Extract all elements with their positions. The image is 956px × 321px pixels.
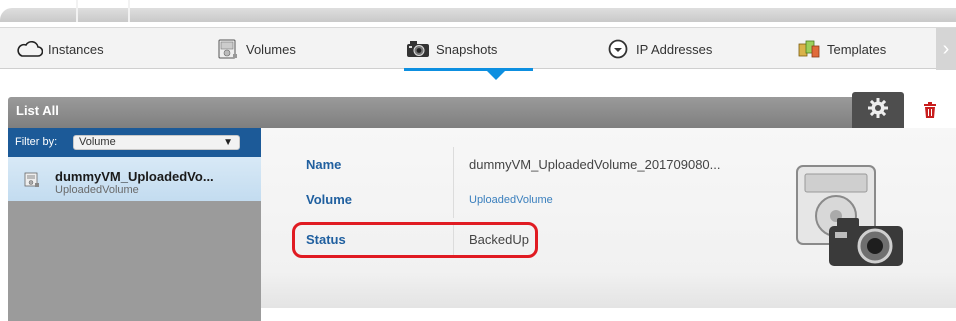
ip-address-icon: [604, 38, 632, 60]
cloud-icon: [16, 38, 44, 60]
filter-label: Filter by:: [15, 136, 58, 148]
row-separator: [453, 147, 454, 183]
list-item-name: dummyVM_UploadedVo...: [55, 169, 214, 184]
disk-volume-icon: [214, 38, 242, 60]
disk-volume-icon: [24, 172, 40, 193]
resource-tabs: Instances Volumes Snapshots IP Addresses…: [0, 27, 956, 80]
snapshot-details: Name dummyVM_UploadedVolume_201709080...…: [261, 128, 956, 321]
detail-row-status: Status BackedUp: [261, 222, 721, 258]
row-separator: [453, 182, 454, 218]
detail-row-volume: Volume UploadedVolume: [261, 182, 721, 218]
templates-icon: [795, 38, 823, 60]
tab-snapshots[interactable]: Snapshots: [404, 28, 534, 80]
list-item-subtitle: UploadedVolume: [55, 184, 139, 196]
tab-volumes[interactable]: Volumes: [214, 28, 296, 70]
detail-value: dummyVM_UploadedVolume_201709080...: [469, 157, 721, 172]
detail-label: Name: [306, 157, 342, 172]
camera-icon: [404, 38, 432, 60]
tab-templates[interactable]: Templates: [795, 28, 886, 70]
list-item[interactable]: dummyVM_UploadedVo... UploadedVolume: [8, 157, 290, 201]
snapshot-list-panel: Filter by: Volume ▼ dummyVM_UploadedVo..…: [8, 128, 290, 321]
active-tab-indicator: [404, 68, 534, 71]
tab-label: Templates: [827, 41, 887, 57]
delete-button[interactable]: [904, 97, 956, 128]
list-header: List All: [8, 97, 956, 128]
filter-bar: Filter by: Volume ▼: [8, 128, 261, 157]
tab-label: Volumes: [246, 41, 296, 57]
trash-icon: [923, 102, 937, 123]
top-divider: [128, 0, 130, 22]
tab-label: Instances: [48, 41, 104, 57]
tab-label: Snapshots: [436, 41, 498, 57]
gear-icon: [867, 97, 889, 124]
tab-ip-addresses[interactable]: IP Addresses: [604, 28, 712, 70]
filter-selected-value: Volume: [79, 136, 116, 148]
chevron-down-icon: ▼: [223, 137, 233, 148]
row-separator: [453, 222, 454, 258]
volume-link[interactable]: UploadedVolume: [469, 182, 553, 218]
active-tab-caret: [487, 71, 505, 80]
top-divider: [76, 0, 78, 22]
filter-select[interactable]: Volume ▼: [73, 135, 240, 150]
detail-label: Volume: [306, 192, 352, 207]
detail-label: Status: [306, 232, 346, 247]
tabs-next-button[interactable]: ›: [936, 28, 956, 70]
tab-instances[interactable]: Instances: [16, 28, 104, 70]
tab-label: IP Addresses: [636, 41, 713, 57]
chevron-right-icon: ›: [942, 37, 950, 60]
snapshot-camera-icon: [789, 156, 909, 274]
top-strip-bar: [0, 8, 956, 22]
detail-row-name: Name dummyVM_UploadedVolume_201709080...: [261, 147, 721, 183]
details-panel: Name dummyVM_UploadedVolume_201709080...…: [261, 128, 956, 308]
list-title: List All: [16, 103, 59, 118]
top-strip: [0, 0, 956, 28]
status-value: BackedUp: [469, 232, 529, 247]
settings-button[interactable]: [852, 92, 904, 128]
